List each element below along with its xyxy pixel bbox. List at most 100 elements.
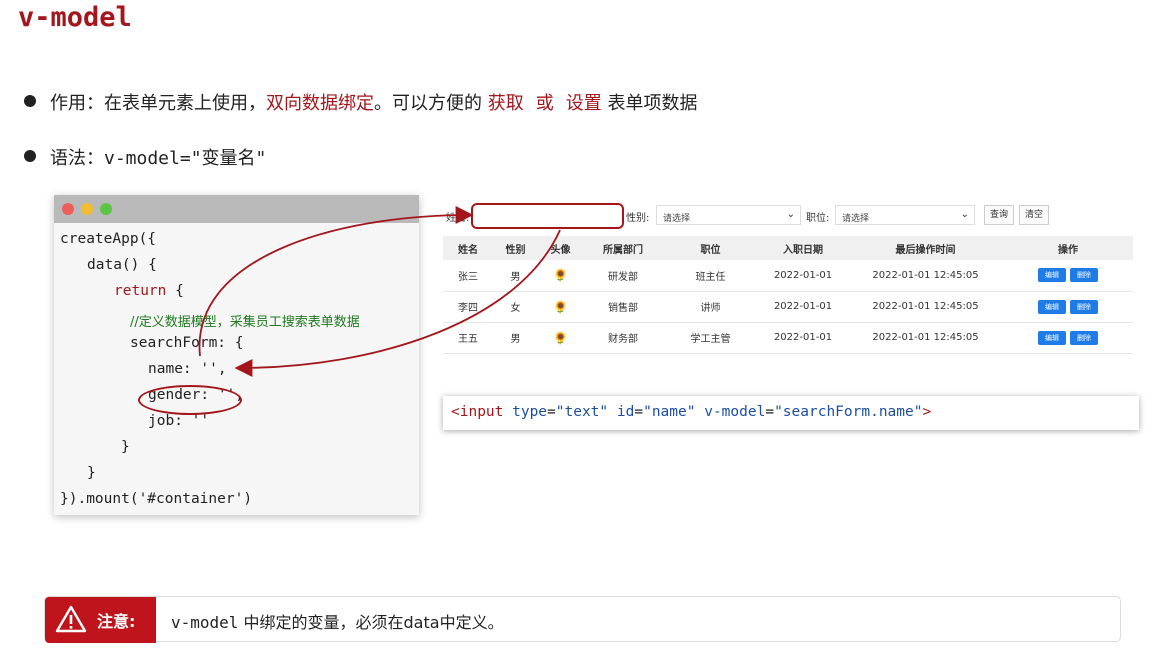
syntax-prefix: 语法： <box>50 148 104 169</box>
code-line: createApp({ <box>60 231 157 247</box>
name-label: 姓名: <box>446 213 470 224</box>
cell-name: 李四 <box>443 291 493 323</box>
delete-button[interactable]: 删除 <box>1070 268 1098 283</box>
snippet-attr: v-model <box>704 404 766 420</box>
table-row: 王五 男 🌻 财务部 学工主管 2022-01-01 2022-01-01 12… <box>443 322 1133 354</box>
code-line: name: '', <box>148 361 227 377</box>
table-row: 李四 女 🌻 销售部 讲师 2022-01-01 2022-01-01 12:4… <box>443 291 1133 323</box>
column-header: 入职日期 <box>758 236 848 260</box>
snippet-attr: id <box>616 404 635 420</box>
query-button[interactable]: 查询 <box>984 205 1014 225</box>
bullet-dot <box>24 150 36 162</box>
cell-actions: 编辑 删除 <box>1003 260 1133 292</box>
code-window: createApp({ data() { return { //定义数据模型，采… <box>54 195 419 515</box>
cell-last-op: 2022-01-01 12:45:05 <box>848 260 1003 292</box>
column-header: 姓名 <box>443 236 493 260</box>
table-row: 张三 男 🌻 研发部 班主任 2022-01-01 2022-01-01 12:… <box>443 260 1133 292</box>
avatar-icon: 🌻 <box>538 260 583 292</box>
gender-select-value: 请选择 <box>663 214 691 224</box>
snippet-value: "searchForm.name" <box>774 404 923 420</box>
cell-gender: 男 <box>493 260 538 292</box>
code-keyword: return <box>114 283 167 299</box>
name-input[interactable] <box>471 203 624 229</box>
delete-button[interactable]: 删除 <box>1070 330 1098 345</box>
cell-dept: 研发部 <box>583 260 663 292</box>
chevron-down-icon: ⌄ <box>960 209 969 220</box>
edit-button[interactable]: 编辑 <box>1038 268 1066 283</box>
snippet-attr: type <box>512 404 548 420</box>
usage-get: 获取 <box>487 93 524 114</box>
edit-button[interactable]: 编辑 <box>1038 299 1066 314</box>
usage-middle: 。可以方便的 <box>374 93 488 114</box>
usage-or: 或 <box>535 93 554 114</box>
note-message: 中绑定的变量，必须在data中定义。 <box>238 613 504 632</box>
snippet-value: "text" <box>555 404 609 420</box>
job-select[interactable]: 请选择 ⌄ <box>835 205 975 225</box>
code-line: return { <box>114 283 184 299</box>
cell-job: 讲师 <box>663 291 758 323</box>
column-header: 头像 <box>538 236 583 260</box>
avatar-icon: 🌻 <box>538 322 583 354</box>
chevron-down-icon: ⌄ <box>786 209 795 220</box>
code-line: } <box>121 439 130 455</box>
snippet-tag-open: <input <box>451 404 513 420</box>
cell-gender: 男 <box>493 322 538 354</box>
snippet-value: "name" <box>643 404 696 420</box>
cell-entry-date: 2022-01-01 <box>758 291 848 323</box>
cell-name: 王五 <box>443 322 493 354</box>
column-header: 所属部门 <box>583 236 663 260</box>
employee-table: 姓名 性别 头像 所属部门 职位 入职日期 最后操作时间 操作 张三 男 🌻 研… <box>443 236 1133 354</box>
cell-job: 班主任 <box>663 260 758 292</box>
search-form: 姓名: 性别: 请选择 ⌄ 职位: 请选择 ⌄ 查询 清空 <box>446 200 1146 230</box>
job-select-value: 请选择 <box>842 214 870 224</box>
column-header: 操作 <box>1003 236 1133 260</box>
code-comment: //定义数据模型，采集员工搜索表单数据 <box>130 315 360 330</box>
code-text: { <box>166 283 184 299</box>
cell-actions: 编辑 删除 <box>1003 291 1133 323</box>
edit-button[interactable]: 编辑 <box>1038 330 1066 345</box>
note-label: 注意: <box>97 612 136 631</box>
code-window-titlebar <box>54 195 419 223</box>
cell-last-op: 2022-01-01 12:45:05 <box>848 322 1003 354</box>
code-line: data() { <box>87 257 157 273</box>
cell-entry-date: 2022-01-01 <box>758 322 848 354</box>
warning-icon <box>55 605 87 633</box>
code-line: }).mount('#container') <box>60 491 253 507</box>
clear-button[interactable]: 清空 <box>1019 205 1049 225</box>
minimize-dot-icon <box>81 203 93 215</box>
gender-label: 性别: <box>626 213 650 224</box>
cell-job: 学工主管 <box>663 322 758 354</box>
usage-highlight: 双向数据绑定 <box>266 93 374 114</box>
input-code-snippet: <input type="text" id="name" v-model="se… <box>443 396 1139 430</box>
name-highlight-ellipse <box>138 385 242 415</box>
job-label: 职位: <box>806 213 830 224</box>
usage-suffix: 表单项数据 <box>601 93 698 114</box>
cell-gender: 女 <box>493 291 538 323</box>
cell-entry-date: 2022-01-01 <box>758 260 848 292</box>
cell-dept: 财务部 <box>583 322 663 354</box>
usage-set: 设置 <box>565 93 602 114</box>
code-line: searchForm: { <box>130 335 244 351</box>
cell-last-op: 2022-01-01 12:45:05 <box>848 291 1003 323</box>
table-header-row: 姓名 性别 头像 所属部门 职位 入职日期 最后操作时间 操作 <box>443 236 1133 260</box>
note-text: v-model 中绑定的变量，必须在data中定义。 <box>171 609 504 633</box>
column-header: 职位 <box>663 236 758 260</box>
gender-select[interactable]: 请选择 ⌄ <box>656 205 801 225</box>
note-box: 注意: v-model 中绑定的变量，必须在data中定义。 <box>44 596 1121 643</box>
avatar-icon: 🌻 <box>538 291 583 323</box>
bullet-usage: 作用：在表单元素上使用，双向数据绑定。可以方便的 获取或设置 表单项数据 <box>24 89 697 115</box>
code-line: job: '' <box>148 413 210 429</box>
cell-dept: 销售部 <box>583 291 663 323</box>
column-header: 最后操作时间 <box>848 236 1003 260</box>
note-code: v-model <box>171 613 239 632</box>
note-label-badge: 注意: <box>45 597 156 643</box>
slide-title: v-model <box>18 2 132 33</box>
maximize-dot-icon <box>100 203 112 215</box>
snippet-tag-close: > <box>922 404 932 420</box>
cell-actions: 编辑 删除 <box>1003 322 1133 354</box>
close-dot-icon <box>62 203 74 215</box>
bullet-dot <box>24 95 36 107</box>
column-header: 性别 <box>493 236 538 260</box>
syntax-code: v-model="变量名" <box>104 148 267 169</box>
delete-button[interactable]: 删除 <box>1070 299 1098 314</box>
